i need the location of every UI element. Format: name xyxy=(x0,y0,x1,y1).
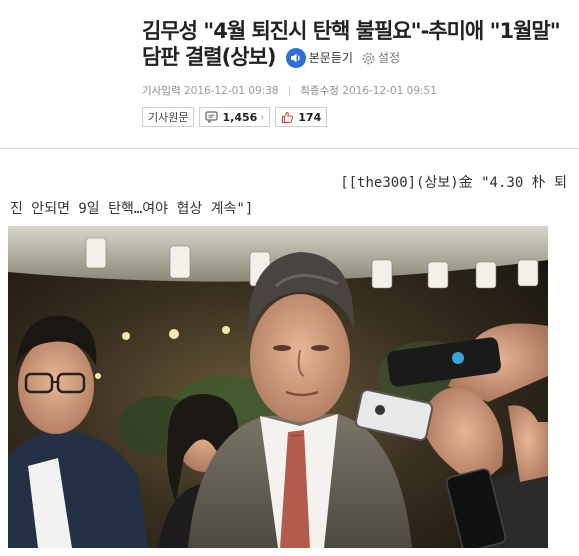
listen-label: 본문듣기 xyxy=(308,51,353,65)
subheadline-line-1: [[the300](상보)金 "4.30 朴 퇴 xyxy=(340,175,567,191)
gear-icon xyxy=(362,52,375,64)
article-photo xyxy=(8,226,548,548)
settings-label: 설정 xyxy=(377,51,401,65)
thumbs-up-icon xyxy=(282,111,294,123)
chevron-right-icon: › xyxy=(260,111,265,123)
date-separator xyxy=(288,86,290,96)
headline-line-2: 담판 결렬(상보) xyxy=(142,45,276,69)
settings-button[interactable]: 설정 xyxy=(361,45,400,71)
article-headline: 김무성 "4월 퇴진시 탄핵 불필요"-추미애 "1월말" 담판 결렬(상보) … xyxy=(142,18,572,71)
article-page: 김무성 "4월 퇴진시 탄핵 불필요"-추미애 "1월말" 담판 결렬(상보) … xyxy=(0,0,579,556)
article-toolbar: 기사원문 1,456 › 174 xyxy=(142,107,572,127)
original-article-button[interactable]: 기사원문 xyxy=(142,107,195,127)
published-value: 2016-12-01 09:38 xyxy=(183,85,279,97)
comments-button[interactable]: 1,456 › xyxy=(199,107,271,127)
header-divider xyxy=(0,148,579,149)
modified-value: 2016-12-01 09:51 xyxy=(342,85,437,97)
comment-count: 1,456 xyxy=(222,110,258,124)
modified-label: 최종수정 xyxy=(300,85,339,97)
comment-icon xyxy=(205,111,219,123)
headline-tools: 본문듣기 설정 xyxy=(285,45,400,71)
headline-line-1: 김무성 "4월 퇴진시 탄핵 불필요"-추미애 "1월말" xyxy=(142,19,561,43)
listen-button[interactable]: 본문듣기 xyxy=(285,45,353,71)
article-header: 김무성 "4월 퇴진시 탄핵 불필요"-추미애 "1월말" 담판 결렬(상보) … xyxy=(142,18,572,127)
like-button[interactable]: 174 xyxy=(275,107,328,127)
article-dates: 기사입력 2016-12-01 09:38 최종수정 2016-12-01 09… xyxy=(142,83,572,98)
like-count: 174 xyxy=(298,110,322,124)
subheadline-line-2: 진 안되면 9일 탄핵…여야 협상 계속"] xyxy=(10,201,254,217)
original-article-label: 기사원문 xyxy=(148,111,189,124)
published-label: 기사입력 xyxy=(142,85,181,97)
speaker-icon xyxy=(285,48,306,68)
